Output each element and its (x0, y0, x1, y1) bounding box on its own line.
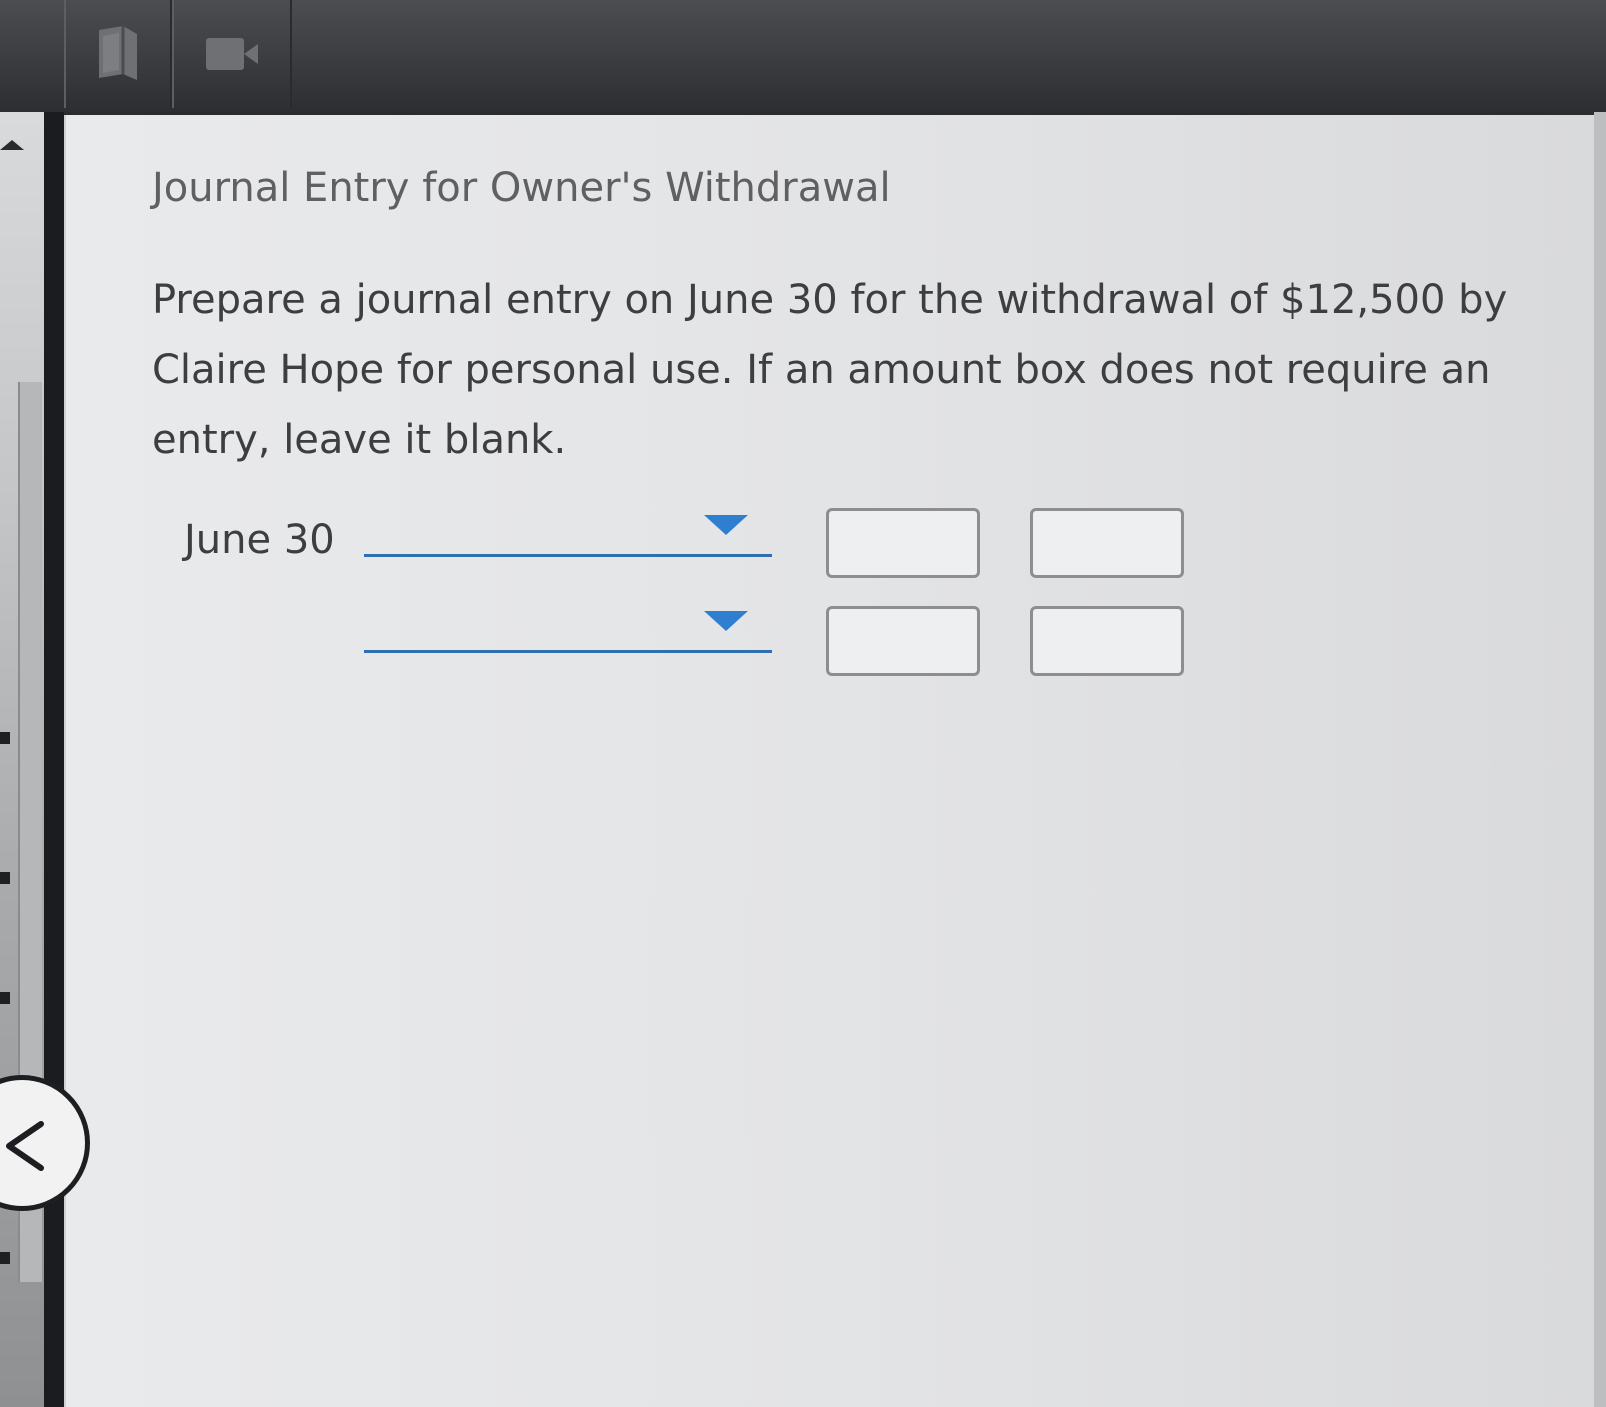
question-instructions: Prepare a journal entry on June 30 for t… (152, 277, 1508, 463)
ebook-icon (93, 22, 143, 86)
entry-date-label: June 30 (184, 517, 335, 563)
left-scrollbar[interactable] (0, 112, 44, 1407)
top-toolbar (0, 0, 1606, 112)
scroll-tick (0, 872, 10, 884)
video-icon (202, 32, 262, 76)
credit-amount-row-1[interactable] (1030, 508, 1184, 578)
video-button[interactable] (172, 0, 292, 108)
ebook-button[interactable] (64, 0, 172, 108)
arrow-up-icon[interactable] (0, 140, 24, 150)
left-divider (44, 112, 64, 1407)
chevron-left-icon (6, 1121, 44, 1171)
credit-amount-row-2[interactable] (1030, 606, 1184, 676)
scroll-tick (0, 992, 10, 1004)
panel-edge (1594, 112, 1606, 1407)
scroll-tick (0, 1252, 10, 1264)
scroll-tick (0, 732, 10, 744)
debit-amount-row-1[interactable] (826, 508, 980, 578)
account-dropdown-row-2[interactable] (364, 599, 772, 653)
account-dropdown-row-1[interactable] (364, 503, 772, 557)
question-panel: Journal Entry for Owner's Withdrawal Pre… (64, 115, 1594, 1407)
debit-amount-row-2[interactable] (826, 606, 980, 676)
chevron-down-icon[interactable] (704, 611, 748, 631)
question-title: Journal Entry for Owner's Withdrawal (152, 165, 891, 211)
chevron-down-icon[interactable] (704, 515, 748, 535)
